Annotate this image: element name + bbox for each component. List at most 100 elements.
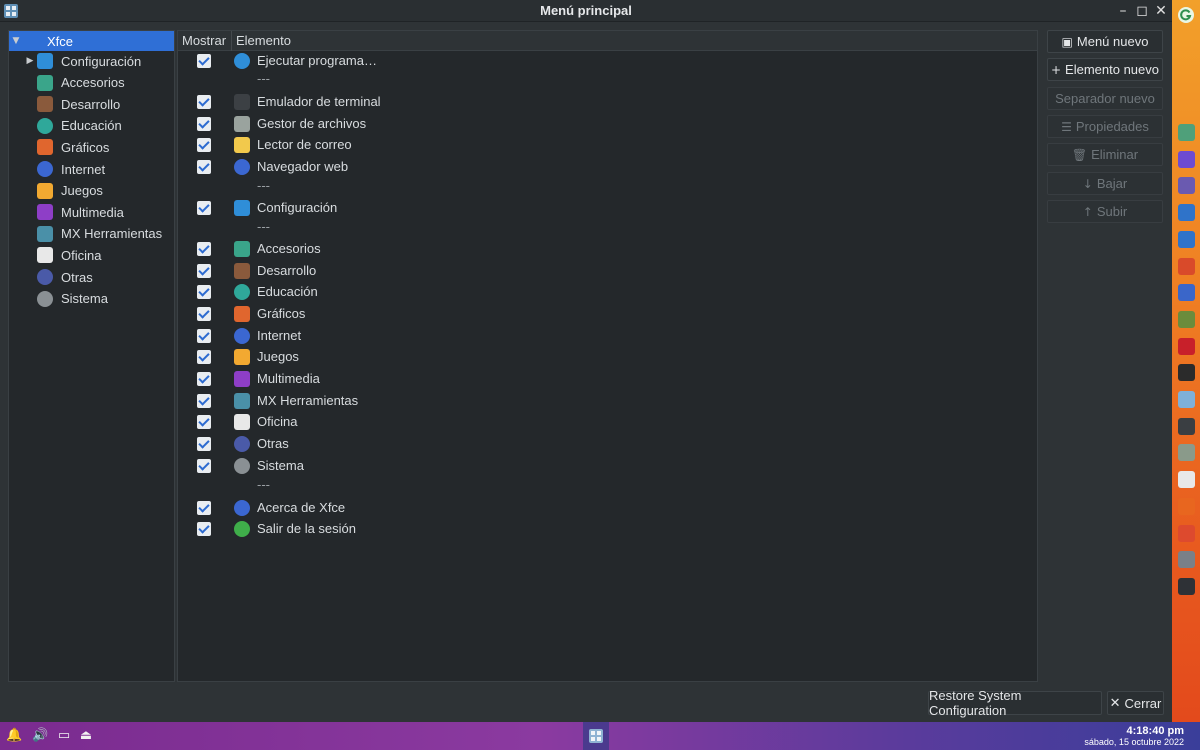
list-item[interactable]: Gráficos <box>178 304 1037 324</box>
collapse-arrow-icon[interactable]: ▼ <box>9 36 23 46</box>
show-checkbox[interactable] <box>197 201 211 215</box>
menu-nuevo-button[interactable]: ▣ Menú nuevo <box>1047 30 1163 53</box>
close-window-button[interactable]: ✕ <box>1152 2 1170 20</box>
tree-item-office[interactable]: Oficina <box>9 245 174 265</box>
list-item-label: Internet <box>257 328 302 343</box>
tree-item-accessories[interactable]: Accesorios <box>9 73 174 93</box>
tree-item-label: MX Herramientas <box>61 226 163 242</box>
elemento-nuevo-button[interactable]: + Elemento nuevo <box>1047 58 1163 81</box>
tree-item-settings[interactable]: ▶ Configuración <box>9 51 174 71</box>
list-item[interactable]: Juegos <box>178 347 1037 367</box>
dock-launcher-icon[interactable] <box>1178 551 1195 569</box>
dock-launcher-icon[interactable] <box>1178 391 1195 408</box>
show-checkbox[interactable] <box>197 501 211 515</box>
clock[interactable]: 4:18:40 pm sábado, 15 octubre 2022 <box>1084 725 1184 747</box>
list-item[interactable]: Salir de la sesión <box>178 519 1037 539</box>
volume-icon[interactable]: 🔊 <box>32 728 48 744</box>
tree-item-education[interactable]: Educación <box>9 116 174 136</box>
dock-launcher-icon[interactable] <box>1178 150 1195 168</box>
dock-launcher-icon[interactable] <box>1178 337 1195 355</box>
list-item[interactable]: Otras <box>178 434 1037 454</box>
subir-button[interactable]: ↑ Subir <box>1047 200 1163 223</box>
show-checkbox[interactable] <box>197 264 211 278</box>
list-item[interactable]: Multimedia <box>178 369 1037 389</box>
show-checkbox[interactable] <box>197 459 211 473</box>
tree-root-xfce[interactable]: ▼ Xfce <box>9 31 174 51</box>
list-item[interactable]: Accesorios <box>178 239 1037 259</box>
list-item[interactable]: Navegador web <box>178 157 1037 177</box>
dock-launcher-icon[interactable] <box>1178 230 1195 248</box>
list-item[interactable]: Educación <box>178 282 1037 302</box>
list-item[interactable]: Desarrollo <box>178 261 1037 281</box>
list-item[interactable]: Configuración <box>178 198 1037 218</box>
dock-launcher-icon[interactable] <box>1178 497 1195 515</box>
show-checkbox[interactable] <box>197 437 211 451</box>
eject-icon[interactable]: ⏏ <box>78 728 94 744</box>
show-checkbox[interactable] <box>197 372 211 386</box>
eliminar-button[interactable]: 🗑 Eliminar <box>1047 143 1163 166</box>
show-checkbox[interactable] <box>197 160 211 174</box>
show-checkbox[interactable] <box>197 522 211 536</box>
list-item[interactable]: Ejecutar programa… <box>178 51 1037 71</box>
restore-system-configuration-button[interactable]: Restore System Configuration <box>928 688 1102 718</box>
grammarly-icon[interactable] <box>1177 6 1195 24</box>
list-item[interactable]: Internet <box>178 326 1037 346</box>
tree-item-graphics[interactable]: Gráficos <box>9 137 174 157</box>
dock-launcher-icon[interactable] <box>1178 444 1195 462</box>
header-show[interactable]: Mostrar <box>182 33 226 48</box>
header-element[interactable]: Elemento <box>236 33 291 48</box>
dock-launcher-icon[interactable] <box>1178 124 1195 141</box>
list-item[interactable]: Sistema <box>178 456 1037 476</box>
show-checkbox[interactable] <box>197 117 211 131</box>
show-checkbox[interactable] <box>197 242 211 256</box>
dock-launcher-icon[interactable] <box>1178 577 1195 595</box>
dock-launcher-icon[interactable] <box>1178 177 1195 195</box>
menu-tree[interactable]: ▼ Xfce ▶ Configuración Accesorios Desarroll… <box>8 30 175 682</box>
maximize-button[interactable]: ◻ <box>1133 2 1151 20</box>
list-item[interactable]: Oficina <box>178 412 1037 432</box>
close-button[interactable]: ✕ Cerrar <box>1107 691 1164 715</box>
show-checkbox[interactable] <box>197 285 211 299</box>
dock-launcher-icon[interactable] <box>1178 257 1195 275</box>
tree-item-mx-tools[interactable]: MX Herramientas <box>9 224 174 244</box>
dock-launcher-icon[interactable] <box>1178 310 1195 328</box>
tree-item-games[interactable]: Juegos <box>9 181 174 201</box>
expand-arrow-icon[interactable]: ▶ <box>23 56 37 66</box>
show-checkbox[interactable] <box>197 394 211 408</box>
bajar-button[interactable]: ↓ Bajar <box>1047 172 1163 195</box>
propiedades-button[interactable]: ☰ Propiedades <box>1047 115 1163 138</box>
separador-nuevo-button[interactable]: Separador nuevo <box>1047 87 1163 110</box>
taskbar-menu-editor-task[interactable] <box>583 722 609 750</box>
show-checkbox[interactable] <box>197 350 211 364</box>
dock-launcher-icon[interactable] <box>1178 204 1195 222</box>
list-item[interactable]: MX Herramientas <box>178 391 1037 411</box>
display-icon[interactable]: ▭ <box>56 728 72 744</box>
list-item[interactable]: Emulador de terminal <box>178 92 1037 112</box>
show-checkbox[interactable] <box>197 138 211 152</box>
tree-item-multimedia[interactable]: Multimedia <box>9 202 174 222</box>
tree-item-other[interactable]: Otras <box>9 267 174 287</box>
dock-launcher-icon[interactable] <box>1178 471 1195 489</box>
dock-launcher-icon[interactable] <box>1178 364 1195 382</box>
separator-row[interactable]: --- <box>178 71 1037 91</box>
dock-launcher-icon[interactable] <box>1178 524 1195 542</box>
tree-item-development[interactable]: Desarrollo <box>9 94 174 114</box>
tree-item-internet[interactable]: Internet <box>9 159 174 179</box>
list-item[interactable]: Lector de correo <box>178 135 1037 155</box>
dock-launcher-icon[interactable] <box>1178 417 1195 435</box>
show-checkbox[interactable] <box>197 54 211 68</box>
show-checkbox[interactable] <box>197 95 211 109</box>
notification-bell-icon[interactable]: 🔔 <box>6 728 22 744</box>
list-item[interactable]: Acerca de Xfce <box>178 498 1037 518</box>
separator-row[interactable]: --- <box>178 178 1037 198</box>
show-checkbox[interactable] <box>197 329 211 343</box>
show-checkbox[interactable] <box>197 307 211 321</box>
minimize-button[interactable]: – <box>1114 2 1132 20</box>
separator-row[interactable]: --- <box>178 219 1037 239</box>
dock-launcher-icon[interactable] <box>1178 284 1195 302</box>
menu-items-list[interactable]: Mostrar Elemento Ejecutar programa… --- Em… <box>177 30 1038 682</box>
tree-item-system[interactable]: Sistema <box>9 289 174 309</box>
list-item[interactable]: Gestor de archivos <box>178 114 1037 134</box>
separator-row[interactable]: --- <box>178 477 1037 497</box>
show-checkbox[interactable] <box>197 415 211 429</box>
